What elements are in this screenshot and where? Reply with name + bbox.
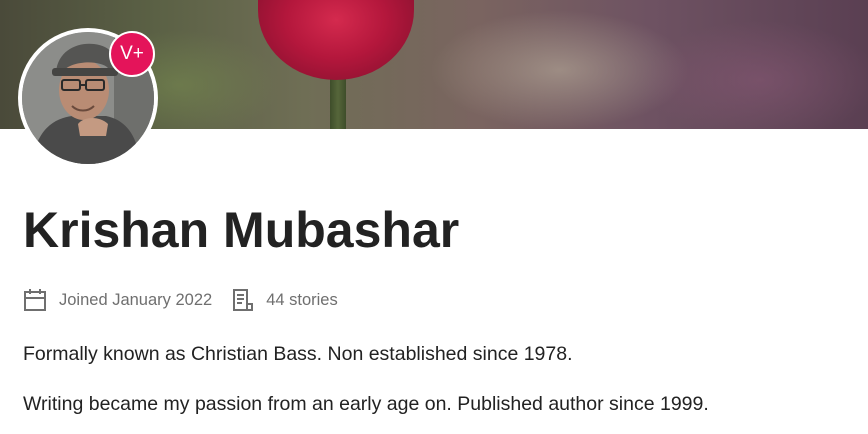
- calendar-icon: [23, 288, 59, 312]
- stories-info[interactable]: 44 stories: [232, 288, 338, 312]
- document-icon: [232, 288, 266, 312]
- joined-date: Joined January 2022: [59, 290, 213, 309]
- verified-plus-badge: V+: [109, 31, 155, 77]
- bio-paragraph: Formally known as Christian Bass. Non es…: [23, 343, 573, 365]
- joined-info: Joined January 2022: [23, 288, 212, 312]
- profile-name: Krishan Mubashar: [23, 202, 460, 258]
- profile-meta: Joined January 2022 44 stories: [23, 286, 338, 314]
- stories-count: 44 stories: [266, 290, 338, 309]
- profile-page: V+ Krishan Mubashar Joined January 2022: [0, 0, 868, 434]
- bio-paragraph: Writing became my passion from an early …: [23, 393, 709, 415]
